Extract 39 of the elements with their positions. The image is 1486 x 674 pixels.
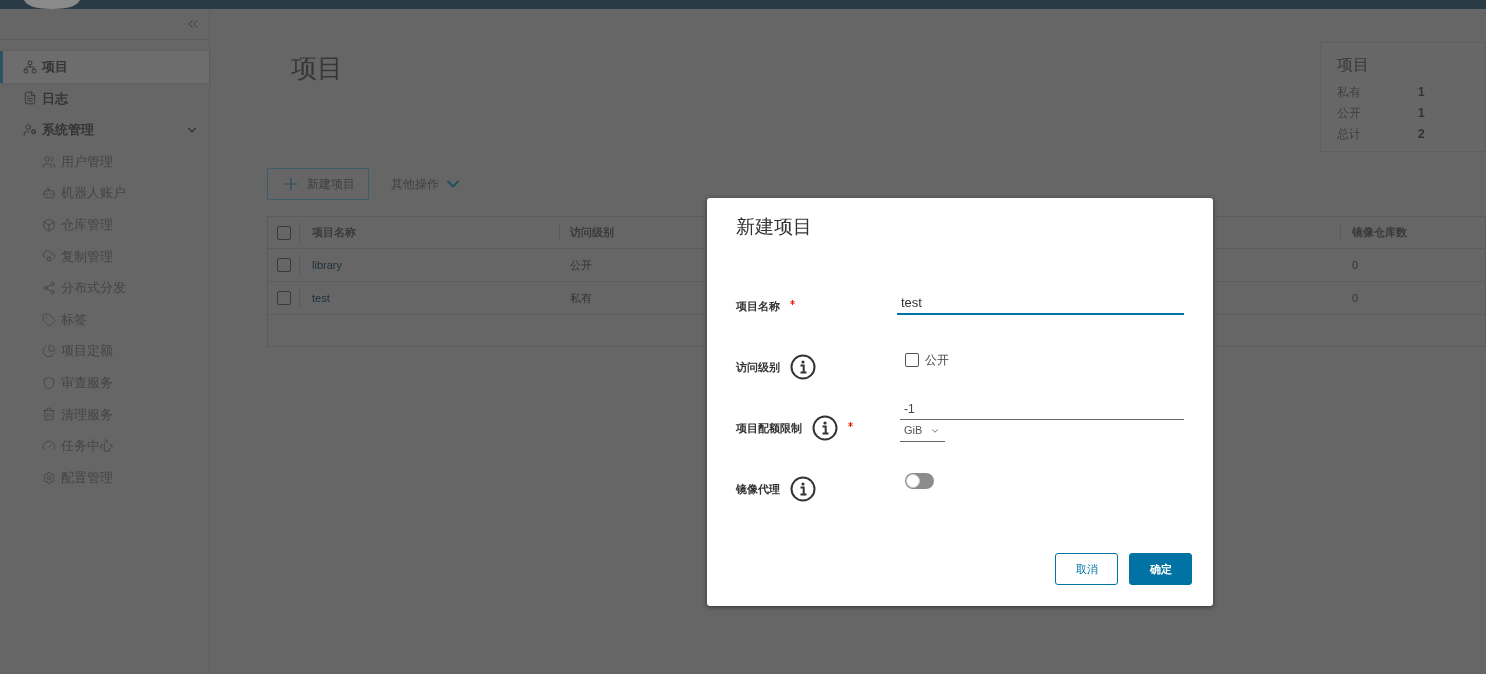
- checkbox-label: 公开: [925, 352, 949, 369]
- shield-icon: [42, 375, 56, 390]
- checkbox[interactable]: [276, 258, 291, 272]
- robot-icon: [42, 186, 56, 201]
- confirm-button[interactable]: 确定: [1129, 553, 1192, 585]
- gauge-icon: [42, 438, 56, 453]
- checkbox[interactable]: [276, 225, 291, 240]
- users-icon: [42, 154, 56, 169]
- info-icon[interactable]: [790, 476, 816, 502]
- text-field[interactable]: test: [897, 291, 1184, 315]
- user-gear-icon: [23, 123, 37, 137]
- cancel-button[interactable]: 取消: [1055, 553, 1118, 585]
- checkbox[interactable]: [905, 353, 919, 367]
- info-icon[interactable]: [790, 354, 816, 380]
- required-icon: [790, 299, 795, 305]
- gear-icon: [42, 470, 56, 485]
- field-label: 访问级别: [736, 359, 780, 375]
- sitemap-icon: [23, 59, 37, 74]
- project-link[interactable]: test: [312, 289, 330, 307]
- quota-field[interactable]: -1: [900, 398, 1184, 420]
- info-icon[interactable]: [812, 415, 838, 441]
- checkbox[interactable]: [276, 291, 291, 305]
- field-label: 项目配额限制: [736, 420, 802, 436]
- sidebar-item[interactable]: 项目: [0, 51, 209, 83]
- pie-chart-icon: [42, 344, 56, 359]
- toggle-switch[interactable]: [905, 473, 934, 489]
- document-icon: [23, 91, 37, 106]
- field-label: 镜像代理: [736, 481, 780, 497]
- dialog-title: 新建项目: [736, 217, 813, 239]
- trash-icon: [42, 407, 56, 422]
- cube-icon: [42, 217, 56, 232]
- unit-select[interactable]: GiB: [900, 420, 945, 442]
- project-link[interactable]: library: [312, 256, 342, 274]
- logo-icon: [24, 0, 80, 9]
- share-icon: [42, 280, 56, 295]
- required-icon: [848, 421, 853, 427]
- field-label: 项目名称: [736, 298, 780, 314]
- tag-icon: [42, 312, 56, 327]
- cloud-icon: [42, 249, 56, 264]
